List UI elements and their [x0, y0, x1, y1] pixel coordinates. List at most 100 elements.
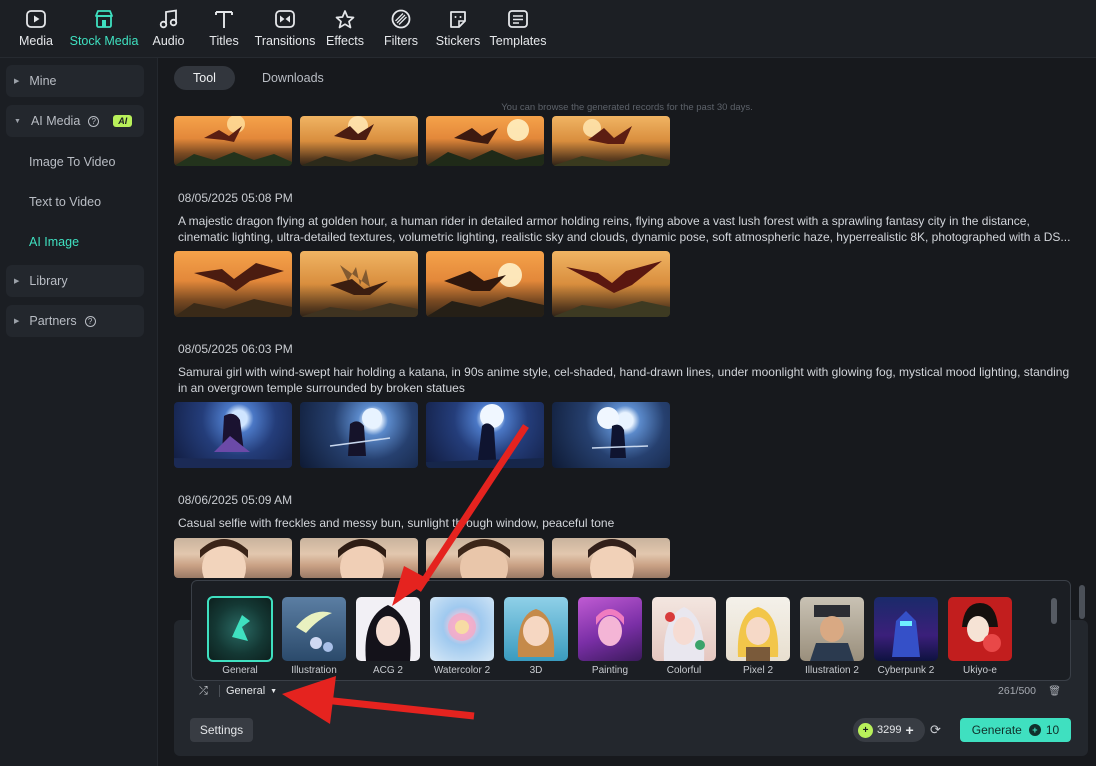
- generated-image[interactable]: [426, 538, 544, 578]
- style-option-cyberpunk-2[interactable]: Cyberpunk 2: [874, 597, 938, 676]
- style-name: Illustration 2: [805, 665, 859, 676]
- style-name: Watercolor 2: [433, 665, 491, 676]
- style-thumbnail: [874, 597, 938, 661]
- toolbar-filters[interactable]: Filters: [373, 0, 429, 58]
- style-dropdown[interactable]: General: [226, 685, 265, 697]
- generated-image[interactable]: [174, 251, 292, 317]
- generate-button[interactable]: Generate + 10: [960, 718, 1071, 742]
- style-option-acg-2[interactable]: ACG 2: [356, 597, 420, 676]
- credits-value: 3299: [877, 724, 902, 736]
- generated-image[interactable]: [552, 116, 670, 166]
- sidebar-item-ai-media[interactable]: ▼ AI Media ? AI: [6, 105, 144, 137]
- stock-media-icon: [92, 8, 116, 30]
- style-name: General: [222, 665, 258, 676]
- sidebar-item-label: Mine: [29, 74, 57, 88]
- generated-image[interactable]: [300, 116, 418, 166]
- toolbar-label: Effects: [326, 34, 364, 48]
- style-option-illustration[interactable]: Illustration: [282, 597, 346, 676]
- style-option-3d[interactable]: 3D: [504, 597, 568, 676]
- generated-image[interactable]: [300, 402, 418, 468]
- record-prompt: A majestic dragon flying at golden hour,…: [178, 214, 1071, 244]
- sidebar-item-text-to-video[interactable]: Text to Video: [29, 195, 101, 209]
- style-thumbnail: [282, 597, 346, 661]
- divider: [219, 685, 220, 697]
- toolbar-stickers[interactable]: Stickers: [429, 0, 487, 58]
- panel-tabs: Tool Downloads: [174, 66, 351, 90]
- style-thumbnail: [504, 597, 568, 661]
- expand-triangle-icon: ▶: [14, 318, 20, 325]
- style-name: 3D: [529, 665, 543, 676]
- sidebar-item-image-to-video[interactable]: Image To Video: [29, 155, 115, 169]
- credit-coin-icon: +: [1028, 724, 1041, 736]
- style-option-illustration-2[interactable]: Illustration 2: [800, 597, 864, 676]
- music-note-icon: [157, 8, 181, 30]
- toolbar-label: Transitions: [254, 34, 316, 48]
- toolbar-label: Titles: [209, 34, 239, 48]
- toolbar-audio[interactable]: Audio: [142, 0, 195, 58]
- style-thumbnail: [578, 597, 642, 661]
- style-name: Cyberpunk 2: [877, 665, 935, 676]
- style-name: Pixel 2: [742, 665, 773, 676]
- sidebar-item-mine[interactable]: ▶ Mine: [6, 65, 144, 97]
- toolbar-media[interactable]: Media: [6, 0, 66, 58]
- shuffle-icon[interactable]: ⤮: [199, 685, 213, 698]
- toolbar-templates[interactable]: Templates: [487, 0, 549, 58]
- toolbar-label: Filters: [383, 34, 419, 48]
- toolbar-titles[interactable]: Titles: [195, 0, 253, 58]
- sidebar-item-partners[interactable]: ▶ Partners ?: [6, 305, 144, 337]
- style-option-colorful[interactable]: Colorful: [652, 597, 716, 676]
- style-option-watercolor-2[interactable]: Watercolor 2: [430, 597, 494, 676]
- content-scrollbar[interactable]: [1079, 585, 1085, 619]
- style-option-painting[interactable]: Painting: [578, 597, 642, 676]
- image-result-row: [174, 402, 678, 468]
- tab-downloads[interactable]: Downloads: [243, 66, 343, 90]
- style-option-general[interactable]: General: [207, 596, 273, 676]
- credit-coin-icon: +: [858, 722, 873, 738]
- tab-tool[interactable]: Tool: [174, 66, 235, 90]
- generated-image[interactable]: [552, 538, 670, 578]
- generated-image[interactable]: [426, 402, 544, 468]
- sidebar-item-library[interactable]: ▶ Library: [6, 265, 144, 297]
- style-name: Painting: [591, 665, 629, 676]
- toolbar-stock-media[interactable]: Stock Media: [66, 0, 142, 58]
- sidebar-item-ai-image[interactable]: AI Image: [29, 235, 79, 249]
- generated-image[interactable]: [174, 116, 292, 166]
- record-timestamp: 08/06/2025 05:09 AM: [178, 493, 293, 507]
- settings-button[interactable]: Settings: [190, 718, 253, 742]
- generate-cost: 10: [1045, 723, 1060, 737]
- media-icon: [24, 8, 48, 30]
- top-toolbar: Media Stock Media Audio Titles Transitio…: [0, 0, 1096, 58]
- filters-icon: [389, 8, 413, 30]
- add-credits-icon[interactable]: +: [905, 722, 913, 738]
- toolbar-effects[interactable]: Effects: [317, 0, 373, 58]
- style-name: Colorful: [666, 665, 702, 676]
- style-option-pixel-2[interactable]: Pixel 2: [726, 597, 790, 676]
- generated-image[interactable]: [174, 538, 292, 578]
- generated-image[interactable]: [426, 116, 544, 166]
- history-notice: You can browse the generated records for…: [501, 102, 753, 113]
- help-icon[interactable]: ?: [88, 115, 100, 127]
- style-name: Ukiyo-e: [963, 665, 997, 676]
- generated-image[interactable]: [174, 402, 292, 468]
- generate-label: Generate: [971, 723, 1022, 737]
- style-thumbnail: [800, 597, 864, 661]
- sidebar-item-label: Partners: [29, 314, 77, 328]
- transitions-icon: [273, 8, 297, 30]
- credits-pill[interactable]: + 3299 +: [853, 718, 925, 742]
- style-picker-popup: General Illustration ACG 2 Watercolor 2 …: [191, 580, 1071, 681]
- generated-image[interactable]: [300, 538, 418, 578]
- image-result-row: [174, 538, 678, 578]
- toolbar-transitions[interactable]: Transitions: [253, 0, 317, 58]
- generated-image[interactable]: [552, 251, 670, 317]
- generated-image[interactable]: [426, 251, 544, 317]
- generated-image[interactable]: [552, 402, 670, 468]
- style-picker-scrollbar[interactable]: [1051, 598, 1057, 624]
- refresh-icon[interactable]: ⟳: [930, 722, 941, 738]
- trash-icon[interactable]: 🗑: [1048, 686, 1061, 697]
- caret-down-icon[interactable]: ▼: [270, 688, 277, 695]
- generated-image[interactable]: [300, 251, 418, 317]
- style-thumbnail: [948, 597, 1012, 661]
- style-option-ukiyo-e[interactable]: Ukiyo-e: [948, 597, 1012, 676]
- help-icon[interactable]: ?: [84, 315, 96, 327]
- style-thumbnail: [652, 597, 716, 661]
